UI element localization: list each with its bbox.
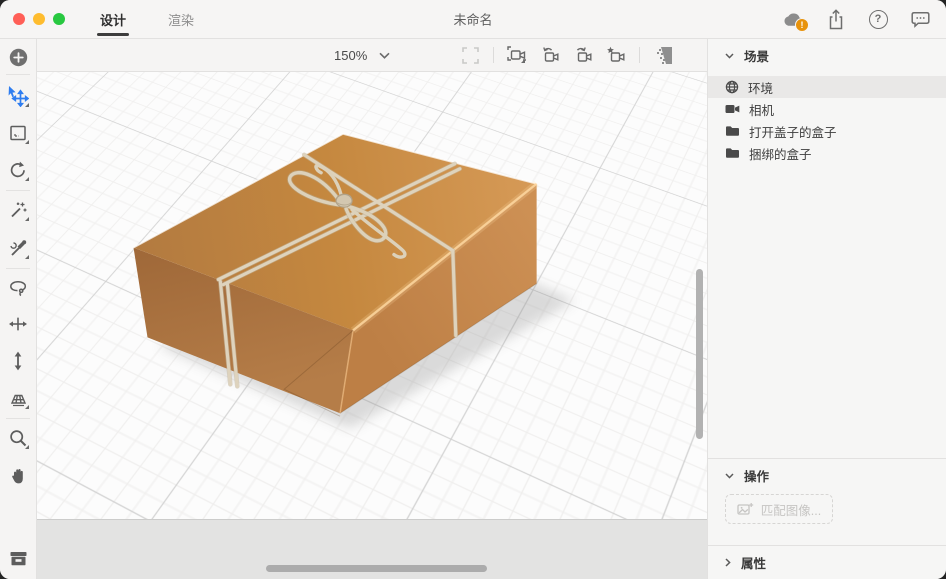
scene-section-header[interactable]: 场景 <box>708 39 946 72</box>
scene-item-label: 捆绑的盒子 <box>749 144 812 163</box>
folder-icon <box>725 125 740 137</box>
submenu-indicator <box>25 177 29 181</box>
feedback-chat-icon[interactable] <box>909 8 931 30</box>
camera-states-button[interactable] <box>606 45 626 65</box>
frame-tool[interactable] <box>5 120 31 146</box>
hand-icon <box>9 466 28 486</box>
background-gradient-button[interactable] <box>653 45 673 65</box>
canvas-gutter <box>37 519 707 579</box>
vertical-arrow-icon <box>9 351 27 371</box>
zoom-level-value: 150% <box>334 48 367 63</box>
match-image-icon <box>737 502 754 516</box>
camera-state-star-icon <box>606 46 626 64</box>
properties-section-title: 属性 <box>741 553 766 572</box>
chevron-down-icon <box>379 52 390 59</box>
match-image-label: 匹配图像... <box>761 500 821 519</box>
chevron-down-icon <box>725 53 734 59</box>
toolbar-separator <box>6 268 30 269</box>
camera-redo-button[interactable] <box>573 45 593 65</box>
wrapped-package-object[interactable] <box>37 72 707 519</box>
camera-redo-icon <box>573 46 593 64</box>
folder-icon <box>725 147 740 159</box>
chevron-right-icon <box>725 558 731 567</box>
fit-frame-icon <box>462 47 479 64</box>
scene-item-label: 环境 <box>748 78 773 97</box>
toolbar-separator <box>6 190 30 191</box>
mode-tabs: 设计 渲染 <box>98 0 196 38</box>
submenu-indicator <box>25 405 29 409</box>
select-move-tool[interactable] <box>5 83 31 109</box>
archive-box-icon <box>9 550 28 567</box>
scene-item-tied-box[interactable]: 捆绑的盒子 <box>708 142 946 164</box>
pan-tool[interactable] <box>5 463 31 489</box>
properties-section-header[interactable]: 属性 <box>708 546 946 579</box>
left-toolbar <box>0 39 37 579</box>
close-button[interactable] <box>13 13 25 25</box>
globe-icon <box>725 80 739 94</box>
3d-viewport[interactable] <box>37 72 707 519</box>
zoom-tool[interactable] <box>5 425 31 451</box>
minimize-button[interactable] <box>33 13 45 25</box>
camera-view-button[interactable] <box>507 45 527 65</box>
horizontal-scrollbar[interactable] <box>266 565 487 572</box>
color-picker-tool[interactable] <box>5 235 31 261</box>
share-icon[interactable] <box>825 8 847 30</box>
traffic-lights <box>13 13 65 25</box>
scene-item-camera[interactable]: 相机 <box>708 98 946 120</box>
add-object-button[interactable] <box>5 44 31 70</box>
library-button[interactable] <box>5 545 31 571</box>
match-image-button[interactable]: 匹配图像... <box>725 494 833 524</box>
move-cross-icon <box>8 314 28 334</box>
zoom-level-dropdown[interactable]: 150% <box>334 48 390 63</box>
app-window: 设计 渲染 未命名 ! ? <box>0 0 946 579</box>
scene-item-environment[interactable]: 环境 <box>708 76 946 98</box>
cloud-sync-icon[interactable]: ! <box>783 8 805 30</box>
actions-section: 操作 匹配图像... <box>708 459 946 546</box>
camera-undo-button[interactable] <box>540 45 560 65</box>
video-camera-icon <box>725 103 740 115</box>
document-title: 未命名 <box>453 10 492 29</box>
dither-gradient-icon <box>655 47 672 64</box>
cloud-warning-badge: ! <box>795 18 809 32</box>
move-tool[interactable] <box>5 311 31 337</box>
submenu-indicator <box>25 103 29 107</box>
tab-design[interactable]: 设计 <box>98 0 128 38</box>
toolbar-separator <box>6 74 30 75</box>
move-vertical-tool[interactable] <box>5 348 31 374</box>
magic-wand-tool[interactable] <box>5 197 31 223</box>
submenu-indicator <box>25 217 29 221</box>
scene-item-label: 打开盖子的盒子 <box>749 122 837 141</box>
scene-section: 场景 环境 相机 <box>708 39 946 459</box>
vertical-scrollbar[interactable] <box>696 269 703 439</box>
toolbar-separator <box>493 47 494 63</box>
submenu-indicator <box>25 445 29 449</box>
lasso-icon <box>8 278 29 297</box>
fit-frame-button[interactable] <box>460 45 480 65</box>
toolbar-separator <box>639 47 640 63</box>
chevron-down-icon <box>725 473 734 479</box>
rotate-tool[interactable] <box>5 157 31 183</box>
maximize-button[interactable] <box>53 13 65 25</box>
submenu-indicator <box>521 59 525 63</box>
tab-render[interactable]: 渲染 <box>166 0 196 38</box>
scene-item-open-box[interactable]: 打开盖子的盒子 <box>708 120 946 142</box>
submenu-indicator <box>25 255 29 259</box>
submenu-indicator <box>25 140 29 144</box>
right-panel: 场景 环境 相机 <box>707 39 946 579</box>
canvas-toolbar: 150% <box>37 39 707 72</box>
camera-undo-icon <box>540 46 560 64</box>
titlebar: 设计 渲染 未命名 ! ? <box>0 0 946 39</box>
toolbar-separator <box>6 418 30 419</box>
plus-circle-icon <box>9 48 28 67</box>
actions-section-header[interactable]: 操作 <box>708 459 946 492</box>
properties-section: 属性 <box>708 546 946 579</box>
scene-item-label: 相机 <box>749 100 774 119</box>
scene-section-title: 场景 <box>744 46 769 65</box>
perspective-tool[interactable] <box>5 385 31 411</box>
help-icon[interactable]: ? <box>867 8 889 30</box>
lasso-tool[interactable] <box>5 274 31 300</box>
actions-section-title: 操作 <box>744 466 769 485</box>
